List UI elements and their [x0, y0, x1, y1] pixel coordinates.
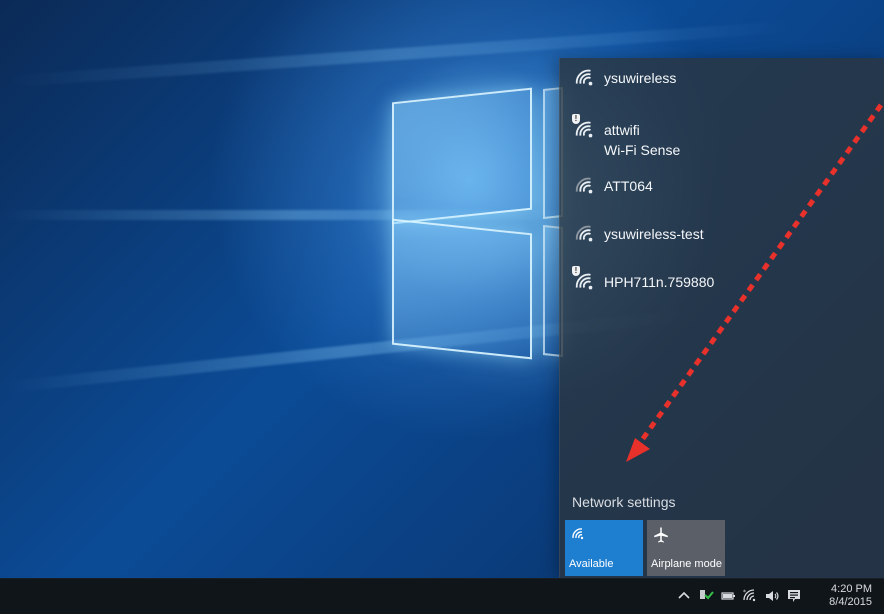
network-settings-link[interactable]: Network settings: [572, 494, 675, 510]
network-name: ATT064: [604, 178, 653, 194]
taskbar: * 4:20 PM 8/4/2015: [0, 578, 884, 614]
wifi-available-tile[interactable]: Available: [565, 520, 643, 576]
network-name: attwifi: [604, 122, 640, 138]
battery-icon[interactable]: [720, 588, 736, 604]
network-flyout: ysuwireless ! attwifi Wi-Fi Sense ATT064: [559, 58, 884, 578]
system-tray: * 4:20 PM 8/4/2015: [584, 579, 884, 614]
network-subtext: Wi-Fi Sense: [604, 142, 681, 158]
airplane-icon: [654, 527, 668, 543]
network-name: HPH711n.759880: [604, 274, 715, 290]
network-item-ysuwireless[interactable]: ysuwireless: [560, 58, 884, 100]
wallpaper-window-pane-top-left: [392, 87, 532, 225]
taskbar-clock[interactable]: 4:20 PM 8/4/2015: [820, 583, 872, 609]
tile-label: Airplane mode: [651, 558, 722, 570]
wifi-signal-icon: [575, 121, 593, 138]
network-item-ysuwireless-test[interactable]: ysuwireless-test: [560, 214, 884, 256]
network-name: ysuwireless: [604, 70, 677, 86]
clock-time: 4:20 PM: [831, 583, 872, 595]
wifi-signal-icon: [575, 273, 593, 290]
airplane-mode-tile[interactable]: Airplane mode: [647, 520, 725, 576]
network-name: ysuwireless-test: [604, 226, 704, 242]
tile-label: Available: [569, 558, 614, 570]
wifi-signal-icon: [575, 69, 593, 86]
wifi-icon: [572, 528, 584, 540]
security-shield-check-icon[interactable]: [698, 588, 714, 604]
wifi-tray-icon[interactable]: *: [742, 588, 758, 604]
show-hidden-icons-chevron-up-icon[interactable]: [676, 588, 692, 604]
svg-text:*: *: [743, 589, 746, 596]
wallpaper-window-pane-bottom-left: [392, 218, 532, 360]
wifi-signal-icon: [575, 225, 593, 242]
network-item-att064[interactable]: ATT064: [560, 166, 884, 208]
network-item-hph711n[interactable]: ! HPH711n.759880: [560, 262, 884, 304]
network-item-attwifi[interactable]: ! attwifi Wi-Fi Sense: [560, 110, 884, 166]
action-center-notification-icon[interactable]: [786, 588, 802, 604]
volume-icon[interactable]: [764, 588, 780, 604]
clock-date: 8/4/2015: [829, 596, 872, 608]
wifi-signal-icon: [575, 177, 593, 194]
